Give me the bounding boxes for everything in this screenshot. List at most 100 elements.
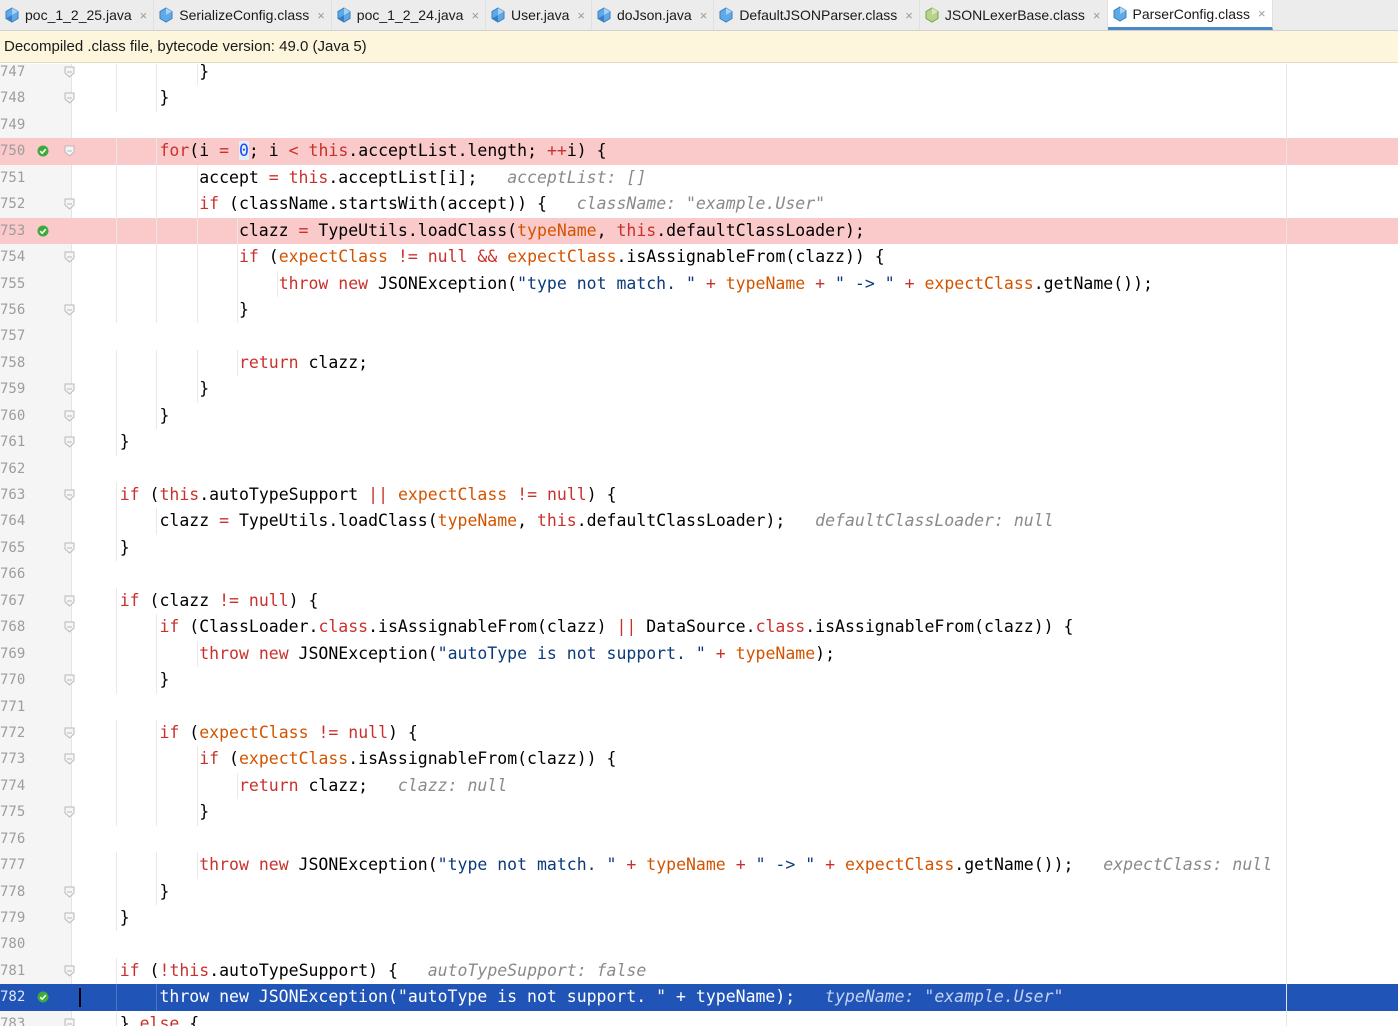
code-line[interactable]: 778 } [0,878,1398,905]
line-number[interactable]: 774 [0,773,25,799]
line-number[interactable]: 771 [0,694,25,720]
code-line[interactable]: 777 throw new JSONException("type not ma… [0,852,1398,879]
fold-marker-icon[interactable] [64,145,75,157]
line-number[interactable]: 754 [0,244,25,270]
line-number[interactable]: 765 [0,535,25,561]
line-number[interactable]: 766 [0,561,25,587]
code-line[interactable]: 758 return clazz; [0,349,1398,377]
code-line[interactable]: 759 } [0,376,1398,403]
code-line[interactable]: 749 [0,112,1398,138]
code-text[interactable]: } else { [80,1011,200,1026]
line-number[interactable]: 758 [0,350,25,376]
code-text[interactable]: throw new JSONException("autoType is not… [80,641,835,667]
line-number[interactable]: 770 [0,667,25,693]
line-number[interactable]: 779 [0,905,25,931]
fold-marker-icon[interactable] [64,595,75,607]
code-text[interactable]: for(i = 0; i < this.acceptList.length; +… [80,138,607,164]
code-line[interactable]: 772 if (expectClass != null) { [0,719,1398,747]
line-number[interactable]: 767 [0,588,25,614]
tab-jsonlexerbase-class[interactable]: JSONLexerBase.class × [920,0,1108,30]
close-tab-icon[interactable]: × [700,8,708,23]
code-text[interactable]: if (expectClass != null && expectClass.i… [80,244,885,270]
fold-marker-icon[interactable] [64,92,75,105]
code-text[interactable]: if (className.startsWith(accept)) { clas… [80,191,825,217]
line-number[interactable]: 778 [0,879,25,905]
code-line[interactable]: 756 } [0,296,1398,324]
current-execution-line[interactable]: 782 throw new JSONException("autoType is… [0,984,1398,1011]
code-line[interactable]: 762 [0,456,1398,482]
fold-marker-icon[interactable] [64,806,75,818]
line-number[interactable]: 748 [0,85,25,111]
code-line[interactable]: 751 accept = this.acceptList[i]; acceptL… [0,164,1398,192]
code-text[interactable]: } [80,403,169,429]
fold-marker-icon[interactable] [64,489,75,501]
code-line[interactable]: 769 throw new JSONException("autoType is… [0,640,1398,668]
fold-marker-icon[interactable] [64,965,75,977]
code-line[interactable]: 765 } [0,534,1398,562]
fold-marker-icon[interactable] [64,621,75,633]
code-line[interactable]: 771 [0,694,1398,720]
breakpoint-verified-icon[interactable] [37,225,49,237]
close-tab-icon[interactable]: × [577,8,585,23]
line-number[interactable]: 783 [0,1011,25,1026]
code-line[interactable]: 757 [0,323,1398,349]
code-line[interactable]: 780 [0,931,1398,957]
code-text[interactable]: if (clazz != null) { [80,588,319,614]
line-number[interactable]: 775 [0,799,25,825]
fold-marker-icon[interactable] [64,383,75,395]
code-line[interactable]: 747 } [0,64,1398,86]
code-line[interactable]: 748 } [0,85,1398,112]
fold-marker-icon[interactable] [64,753,75,766]
code-text[interactable]: clazz = TypeUtils.loadClass(typeName, th… [80,218,865,244]
fold-marker-icon[interactable] [64,1018,75,1026]
line-number[interactable]: 751 [0,165,25,191]
tab-poc-1-2-25-java[interactable]: poc_1_2_25.java × [0,0,155,30]
code-text[interactable]: return clazz; [80,350,368,376]
line-number[interactable]: 762 [0,456,25,482]
line-number[interactable]: 781 [0,958,25,984]
line-number[interactable]: 753 [0,218,25,244]
code-line[interactable]: 773 if (expectClass.isAssignableFrom(cla… [0,746,1398,773]
code-text[interactable]: if (expectClass != null) { [80,720,417,746]
line-number[interactable]: 747 [0,64,25,85]
line-number[interactable]: 749 [0,112,25,138]
code-text[interactable]: if (expectClass.isAssignableFrom(clazz))… [80,746,616,772]
code-line[interactable]: 768 if (ClassLoader.class.isAssignableFr… [0,614,1398,641]
code-text[interactable]: throw new JSONException("autoType is not… [80,984,1063,1010]
line-number[interactable]: 769 [0,641,25,667]
line-number[interactable]: 768 [0,614,25,640]
line-number[interactable]: 776 [0,826,25,852]
code-line[interactable]: 763 if (this.autoTypeSupport || expectCl… [0,482,1398,509]
code-text[interactable]: throw new JSONException("type not match.… [80,852,1272,878]
close-tab-icon[interactable]: × [1258,6,1266,21]
code-line[interactable]: 750 for(i = 0; i < this.acceptList.lengt… [0,138,1398,165]
tab-serializeconfig-class[interactable]: SerializeConfig.class × [154,0,332,30]
line-number[interactable]: 760 [0,403,25,429]
code-line[interactable]: 770 } [0,667,1398,694]
code-text[interactable]: if (this.autoTypeSupport || expectClass … [80,482,617,508]
line-number[interactable]: 777 [0,852,25,878]
code-line[interactable]: 779 } [0,905,1398,932]
code-text[interactable]: } [80,376,209,402]
code-text[interactable]: } [80,879,169,905]
code-text[interactable]: } [80,535,130,561]
code-text[interactable]: } [80,64,209,85]
line-number[interactable]: 763 [0,482,25,508]
fold-marker-icon[interactable] [64,251,75,263]
code-line[interactable]: 761 } [0,429,1398,456]
fold-marker-icon[interactable] [64,674,75,686]
fold-marker-icon[interactable] [64,410,75,422]
line-number[interactable]: 755 [0,271,25,297]
code-line[interactable]: 781 if (!this.autoTypeSupport) { autoTyp… [0,957,1398,985]
line-number[interactable]: 750 [0,138,25,164]
close-tab-icon[interactable]: × [471,8,479,23]
code-text[interactable]: } [80,905,130,931]
fold-marker-icon[interactable] [64,886,75,898]
code-lines[interactable]: 747 } 748 } 749 750 for(i = 0; i < this.acc… [0,64,1398,1026]
close-tab-icon[interactable]: × [317,8,325,23]
line-number[interactable]: 756 [0,297,25,323]
breakpoint-verified-icon[interactable] [37,145,49,157]
code-text[interactable]: throw new JSONException("type not match.… [80,271,1153,297]
code-line[interactable]: 783 } else { [0,1010,1398,1026]
code-line[interactable]: 776 [0,826,1398,852]
